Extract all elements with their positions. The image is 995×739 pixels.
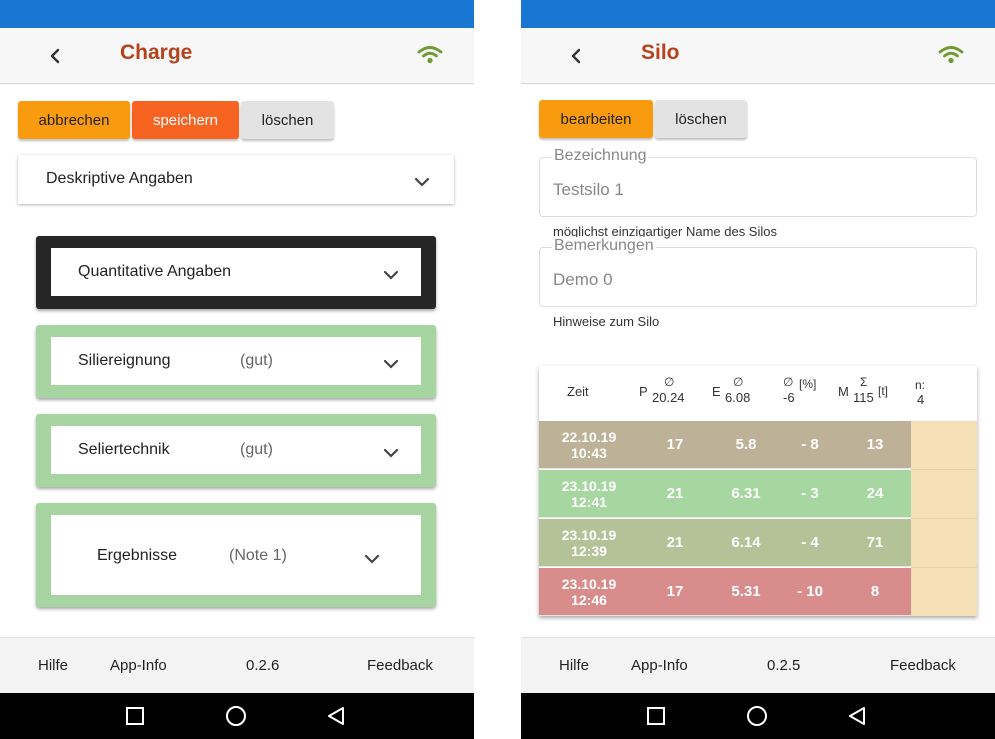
save-button[interactable]: speichern bbox=[132, 101, 239, 139]
cell-e: 5.31 bbox=[731, 583, 761, 600]
status-bar bbox=[0, 0, 474, 28]
section-descriptive[interactable]: Deskriptive Angaben bbox=[18, 155, 454, 204]
cancel-button[interactable]: abbrechen bbox=[18, 101, 130, 139]
home-icon[interactable] bbox=[746, 705, 768, 727]
system-nav-bar bbox=[0, 693, 474, 739]
wifi-icon bbox=[937, 44, 965, 66]
charge-content: abbrechen speichern löschen Deskriptive … bbox=[0, 85, 474, 636]
header-n: n: 4 bbox=[915, 378, 926, 407]
delete-button[interactable]: löschen bbox=[655, 100, 747, 138]
table-row[interactable]: 23.10.19 12:41 21 6.31 - 3 24 bbox=[539, 470, 911, 518]
help-link[interactable]: Hilfe bbox=[38, 657, 68, 674]
home-icon[interactable] bbox=[225, 705, 247, 727]
name-input[interactable] bbox=[553, 180, 953, 200]
cell-e: 6.31 bbox=[731, 485, 761, 502]
back-arrow-icon[interactable] bbox=[44, 42, 66, 70]
cell-m: 71 bbox=[866, 534, 884, 551]
status-text: (Note 1) bbox=[229, 547, 287, 564]
table-row[interactable]: 23.10.19 12:46 17 5.31 - 10 8 bbox=[539, 568, 911, 616]
phone-silo: Silo bearbeiten löschen Bezeichnung mögl… bbox=[521, 0, 995, 739]
notes-field[interactable]: Bemerkungen bbox=[539, 237, 977, 307]
header-time: Zeit bbox=[567, 384, 589, 399]
header-d: ∅ [%] -6 bbox=[783, 375, 817, 405]
count-column bbox=[911, 421, 977, 616]
footer: Hilfe App-Info 0.2.5 Feedback bbox=[521, 637, 995, 693]
status-text: (gut) bbox=[240, 352, 273, 369]
chevron-down-icon bbox=[383, 357, 399, 369]
chevron-down-icon bbox=[383, 446, 399, 458]
feedback-link[interactable]: Feedback bbox=[367, 657, 433, 674]
footer: Hilfe App-Info 0.2.6 Feedback bbox=[0, 637, 474, 693]
back-arrow-icon[interactable] bbox=[565, 42, 587, 70]
system-nav-bar bbox=[521, 693, 995, 739]
version-label: 0.2.5 bbox=[767, 657, 801, 674]
measurement-table: Zeit P ∅ 20.24 E ∅ 6.08 ∅ [%] -6 M Σ 115 bbox=[539, 366, 977, 616]
section-results[interactable]: Ergebnisse (Note 1) bbox=[36, 503, 436, 607]
notes-input[interactable] bbox=[553, 270, 953, 290]
page-title: Charge bbox=[120, 41, 193, 64]
back-nav-icon[interactable] bbox=[846, 705, 868, 727]
section-sealing[interactable]: Seliertechnik (gut) bbox=[36, 414, 436, 487]
recent-apps-icon[interactable] bbox=[124, 705, 146, 727]
table-row[interactable]: 23.10.19 12:39 21 6.14 - 4 71 bbox=[539, 519, 911, 567]
version-label: 0.2.6 bbox=[246, 657, 280, 674]
section-label: Quantitative Angaben bbox=[78, 263, 232, 280]
notes-field-label: Bemerkungen bbox=[552, 237, 656, 255]
notes-field-hint: Hinweise zum Silo bbox=[553, 314, 660, 329]
cell-time: 23.10.19 12:41 bbox=[561, 478, 617, 510]
cell-d: - 8 bbox=[801, 436, 819, 453]
page-title: Silo bbox=[641, 41, 680, 64]
cell-p: 17 bbox=[666, 583, 684, 600]
cell-time: 23.10.19 12:46 bbox=[561, 576, 617, 608]
phone-charge: Charge abbrechen speichern löschen Deskr… bbox=[0, 0, 474, 739]
cell-p: 21 bbox=[666, 485, 684, 502]
chevron-down-icon bbox=[364, 552, 380, 564]
back-nav-icon[interactable] bbox=[325, 705, 347, 727]
table-row[interactable]: 22.10.19 10:43 17 5.8 - 8 13 bbox=[539, 421, 911, 469]
app-bar: Charge bbox=[0, 28, 474, 84]
cell-m: 13 bbox=[866, 436, 884, 453]
edit-button[interactable]: bearbeiten bbox=[539, 100, 653, 138]
section-quantitative[interactable]: Quantitative Angaben bbox=[36, 236, 436, 309]
cell-time: 22.10.19 10:43 bbox=[561, 429, 617, 461]
header-p: P ∅ 20.24 bbox=[639, 375, 685, 405]
name-field-label: Bezeichnung bbox=[552, 147, 649, 165]
recent-apps-icon[interactable] bbox=[645, 705, 667, 727]
cell-d: - 4 bbox=[801, 534, 819, 551]
chevron-down-icon bbox=[414, 175, 430, 187]
silo-content: bearbeiten löschen Bezeichnung möglichst… bbox=[521, 85, 995, 636]
cell-m: 8 bbox=[870, 583, 880, 600]
cell-p: 21 bbox=[666, 534, 684, 551]
chevron-down-icon bbox=[383, 268, 399, 280]
delete-button[interactable]: löschen bbox=[241, 101, 334, 139]
section-label: Deskriptive Angaben bbox=[46, 170, 193, 187]
section-label: Seliertechnik bbox=[78, 441, 170, 458]
cell-e: 5.8 bbox=[735, 436, 757, 453]
status-text: (gut) bbox=[240, 441, 273, 458]
cell-d: - 10 bbox=[797, 583, 823, 600]
name-field[interactable]: Bezeichnung bbox=[539, 147, 977, 217]
header-e: E ∅ 6.08 bbox=[712, 375, 751, 405]
feedback-link[interactable]: Feedback bbox=[890, 657, 956, 674]
cell-d: - 3 bbox=[801, 485, 819, 502]
wifi-icon bbox=[416, 44, 444, 66]
status-bar bbox=[521, 0, 995, 28]
section-label: Siliereignung bbox=[78, 352, 171, 369]
cell-m: 24 bbox=[866, 485, 884, 502]
app-bar: Silo bbox=[521, 28, 995, 84]
section-label: Ergebnisse bbox=[97, 547, 178, 564]
cell-time: 23.10.19 12:39 bbox=[561, 527, 617, 559]
section-suitability[interactable]: Siliereignung (gut) bbox=[36, 325, 436, 398]
cell-p: 17 bbox=[666, 436, 684, 453]
cell-e: 6.14 bbox=[731, 534, 761, 551]
header-m: M Σ 115 [t] bbox=[838, 375, 889, 405]
app-info-link[interactable]: App-Info bbox=[110, 657, 167, 674]
app-info-link[interactable]: App-Info bbox=[631, 657, 688, 674]
help-link[interactable]: Hilfe bbox=[559, 657, 589, 674]
